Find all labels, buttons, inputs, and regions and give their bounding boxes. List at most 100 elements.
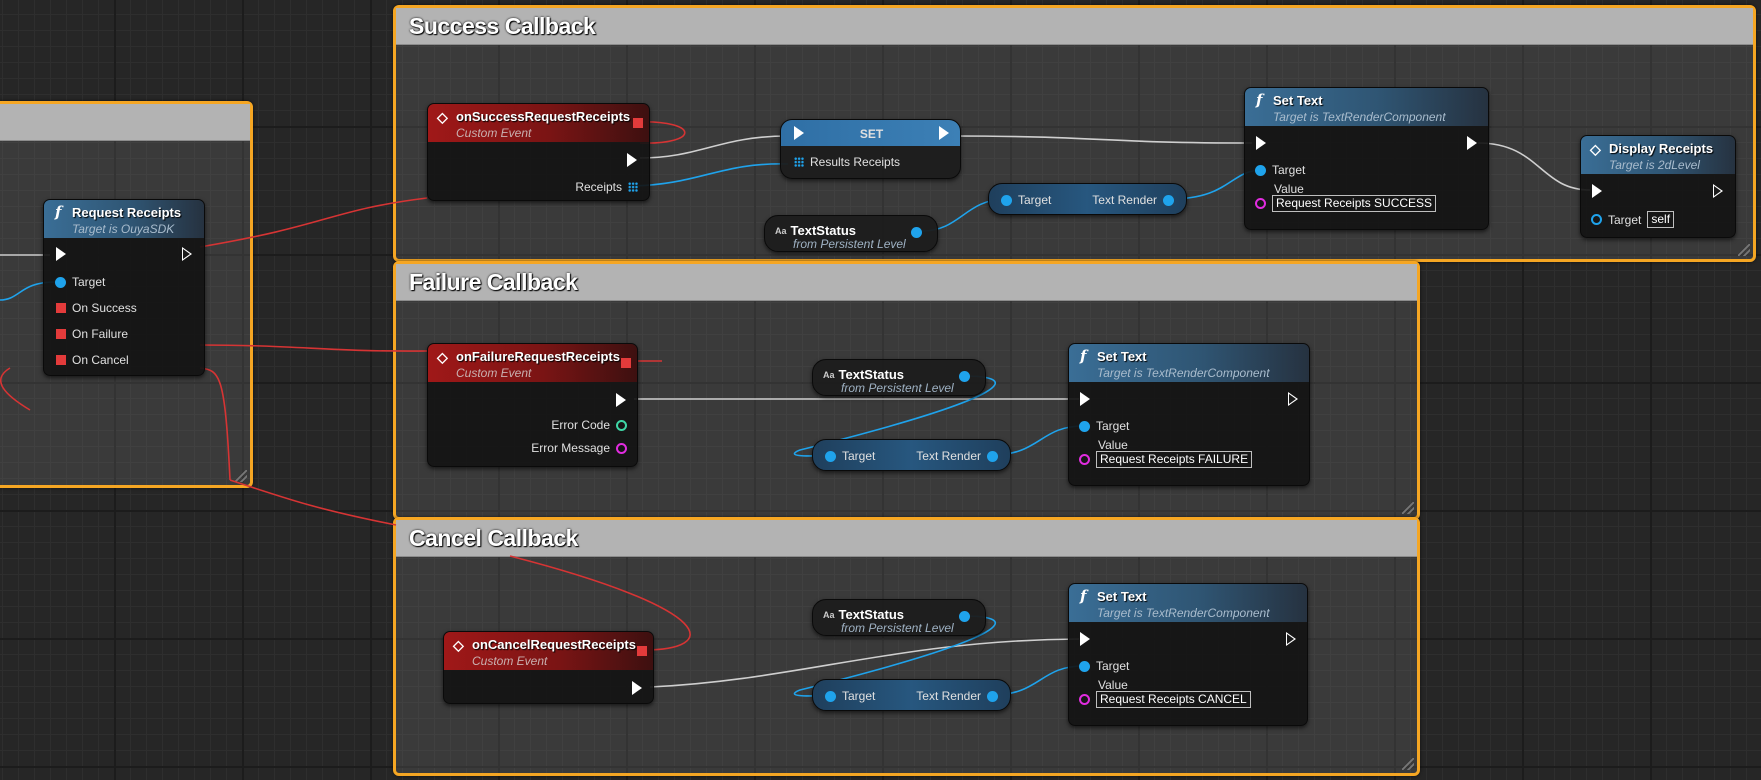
target-pin[interactable]: Target	[1079, 659, 1129, 673]
on-failure-pin[interactable]: On Failure	[56, 327, 128, 341]
on-success-event-node[interactable]: ◇ onSuccessRequestReceipts Custom Event …	[427, 103, 650, 201]
value-pin[interactable]: Request Receipts CANCEL	[1079, 691, 1251, 708]
event-header[interactable]: ◇ onSuccessRequestReceipts Custom Event	[428, 104, 649, 142]
exec-out-pin[interactable]	[627, 153, 637, 167]
target-pin[interactable]: Target	[1255, 163, 1305, 177]
object-pin-icon[interactable]	[55, 276, 66, 288]
object-pin-icon[interactable]	[825, 450, 836, 462]
exec-in-pin[interactable]	[1080, 392, 1090, 406]
self-input[interactable]: self	[1647, 211, 1675, 228]
event-header[interactable]: ◇ onCancelRequestReceipts Custom Event	[444, 632, 653, 670]
exec-in-pin[interactable]	[1592, 184, 1602, 198]
resize-handle[interactable]	[1402, 502, 1414, 514]
set-text-cancel-node[interactable]: f Set Text Target is TextRenderComponent…	[1068, 583, 1308, 726]
set-text-header[interactable]: f Set Text Target is TextRenderComponent	[1245, 88, 1488, 126]
text-render-pin[interactable]: Text Render	[916, 689, 998, 703]
var-out-pin[interactable]	[911, 227, 922, 238]
var-out-pin[interactable]	[959, 371, 970, 382]
text-render-getter-node[interactable]: Target Text Render	[988, 183, 1187, 215]
display-receipts-node[interactable]: ◇ Display Receipts Target is 2dLevel Tar…	[1580, 135, 1736, 238]
delegate-pin-icon[interactable]	[621, 358, 631, 368]
textstatus-var-node[interactable]: Aa TextStatus from Persistent Level	[764, 215, 938, 252]
exec-in-pin[interactable]	[1256, 136, 1266, 150]
exec-out-icon[interactable]	[182, 247, 192, 261]
exec-out-icon[interactable]	[616, 393, 626, 407]
exec-in-icon[interactable]	[1080, 392, 1090, 406]
set-results-receipts-node[interactable]: SET Results Receipts	[780, 119, 961, 179]
on-failure-event-node[interactable]: ◇ onFailureRequestReceipts Custom Event …	[427, 343, 638, 467]
exec-in-icon[interactable]	[1256, 136, 1266, 150]
set-text-failure-node[interactable]: f Set Text Target is TextRenderComponent…	[1068, 343, 1310, 486]
exec-out-pin[interactable]	[939, 126, 949, 140]
string-pin-icon[interactable]	[1079, 694, 1090, 705]
target-pin[interactable]: Target self	[1591, 211, 1675, 228]
resize-handle[interactable]	[1738, 244, 1750, 256]
set-text-success-node[interactable]: f Set Text Target is TextRenderComponent…	[1244, 87, 1489, 230]
array-pin-icon[interactable]	[628, 182, 638, 192]
target-pin[interactable]: Target	[55, 275, 105, 289]
exec-out-pin[interactable]	[1467, 136, 1477, 150]
on-cancel-event-node[interactable]: ◇ onCancelRequestReceipts Custom Event	[443, 631, 654, 704]
exec-in-pin[interactable]	[1080, 632, 1090, 646]
delegate-pin-icon[interactable]	[56, 355, 66, 365]
delegate-pin-icon[interactable]	[637, 646, 647, 656]
resize-handle[interactable]	[235, 470, 247, 482]
object-pin-icon[interactable]	[1163, 194, 1174, 206]
target-pin[interactable]: Target	[1079, 419, 1129, 433]
text-render-pin[interactable]: Text Render	[916, 449, 998, 463]
exec-out-icon[interactable]	[1288, 392, 1298, 406]
exec-in-icon[interactable]	[56, 247, 66, 261]
object-pin-icon[interactable]	[1079, 420, 1090, 432]
display-receipts-header[interactable]: ◇ Display Receipts Target is 2dLevel	[1581, 136, 1735, 174]
value-pin[interactable]: Request Receipts FAILURE	[1079, 451, 1253, 468]
object-pin-icon[interactable]	[987, 690, 998, 702]
object-pin-icon[interactable]	[1591, 214, 1602, 225]
delegate-pin-icon[interactable]	[56, 303, 66, 313]
value-input[interactable]: Request Receipts FAILURE	[1096, 451, 1253, 468]
exec-out-icon[interactable]	[632, 681, 642, 695]
exec-out-icon[interactable]	[1286, 632, 1296, 646]
target-pin[interactable]: Target	[1001, 193, 1051, 207]
set-text-header[interactable]: f Set Text Target is TextRenderComponent	[1069, 584, 1307, 622]
object-pin-icon[interactable]	[825, 690, 836, 702]
object-pin-icon[interactable]	[987, 450, 998, 462]
textstatus-var-node[interactable]: Aa TextStatus from Persistent Level	[812, 359, 986, 396]
exec-out-pin[interactable]	[1713, 184, 1723, 198]
object-pin-icon[interactable]	[959, 371, 970, 382]
string-pin-icon[interactable]	[616, 442, 627, 454]
text-render-getter-node[interactable]: Target Text Render	[812, 439, 1011, 471]
on-cancel-pin[interactable]: On Cancel	[56, 353, 129, 367]
exec-out-pin[interactable]	[616, 393, 626, 407]
event-header[interactable]: ◇ onFailureRequestReceipts Custom Event	[428, 344, 637, 382]
exec-in-pin[interactable]	[56, 247, 66, 261]
exec-out-icon[interactable]	[1713, 184, 1723, 198]
value-pin[interactable]: Request Receipts SUCCESS	[1255, 195, 1437, 212]
exec-out-icon[interactable]	[1467, 136, 1477, 150]
delegate-pin-icon[interactable]	[56, 329, 66, 339]
set-text-header[interactable]: f Set Text Target is TextRenderComponent	[1069, 344, 1309, 382]
request-receipts-header[interactable]: f Request Receipts Target is OuyaSDK	[44, 200, 204, 238]
exec-in-icon[interactable]	[1080, 632, 1090, 646]
value-input[interactable]: Request Receipts CANCEL	[1096, 691, 1251, 708]
value-input[interactable]: Request Receipts SUCCESS	[1272, 195, 1437, 212]
receipts-pin[interactable]: Receipts	[575, 180, 638, 194]
object-pin-icon[interactable]	[911, 227, 922, 238]
on-success-pin[interactable]: On Success	[56, 301, 137, 315]
target-pin[interactable]: Target	[825, 689, 875, 703]
string-pin-icon[interactable]	[1079, 454, 1090, 465]
text-render-getter-node[interactable]: Target Text Render	[812, 679, 1011, 711]
exec-out-icon[interactable]	[939, 126, 949, 140]
object-pin-icon[interactable]	[1079, 660, 1090, 672]
textstatus-var-node[interactable]: Aa TextStatus from Persistent Level	[812, 599, 986, 636]
text-render-pin[interactable]: Text Render	[1092, 193, 1174, 207]
exec-out-pin[interactable]	[1286, 632, 1296, 646]
var-out-pin[interactable]	[959, 611, 970, 622]
object-pin-icon[interactable]	[1001, 194, 1012, 206]
exec-out-pin[interactable]	[182, 247, 192, 261]
object-pin-icon[interactable]	[1255, 164, 1266, 176]
exec-out-pin[interactable]	[1288, 392, 1298, 406]
array-pin-icon[interactable]	[794, 157, 804, 167]
exec-out-pin[interactable]	[632, 681, 642, 695]
resize-handle[interactable]	[1402, 758, 1414, 770]
exec-out-icon[interactable]	[627, 153, 637, 167]
